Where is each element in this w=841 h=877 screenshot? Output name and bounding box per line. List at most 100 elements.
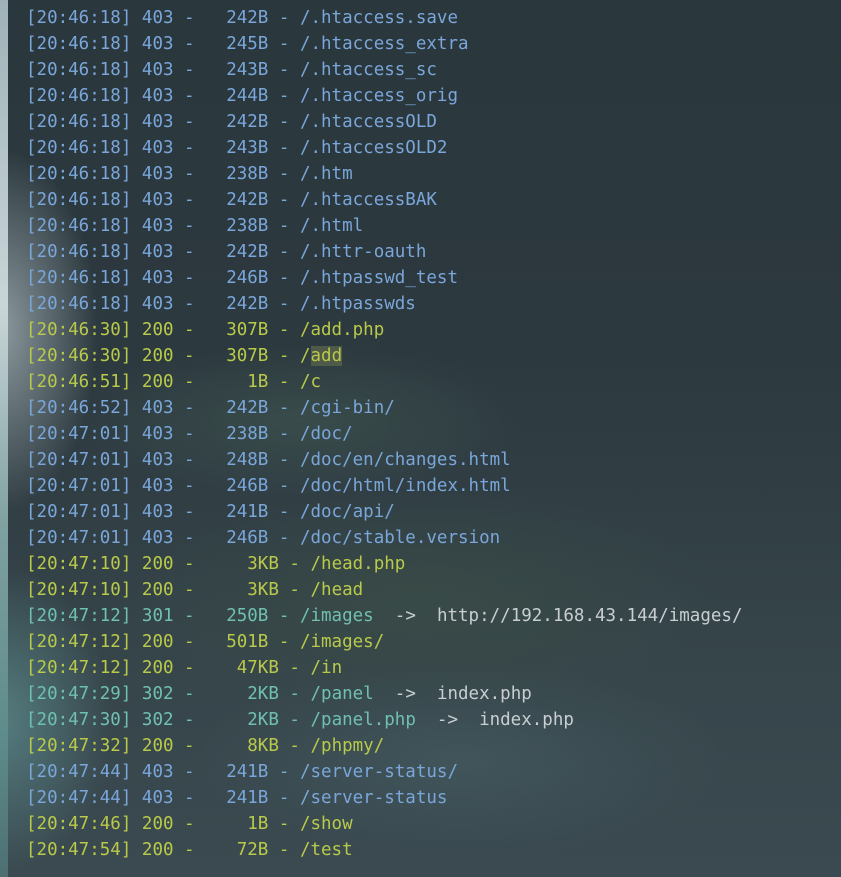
log-timestamp: [20:46:18] <box>26 60 132 80</box>
log-status-code: 403 <box>141 424 174 444</box>
log-line: [20:46:18] 403 - 244B - /.htaccess_orig <box>26 86 458 106</box>
log-path: /doc/en/changes.html <box>299 450 511 470</box>
terminal-output[interactable]: [20:46:18] 403 - 242B - /.htaccess.save[… <box>26 5 841 877</box>
log-line: [20:47:10] 200 - 3KB - /head <box>26 580 364 600</box>
log-size: 2KB <box>205 710 279 730</box>
log-timestamp: [20:46:18] <box>26 34 132 54</box>
log-timestamp: [20:46:30] <box>26 346 132 366</box>
log-timestamp: [20:47:01] <box>26 450 132 470</box>
log-line: [20:47:29] 302 - 2KB - /panel -> index.p… <box>26 684 532 704</box>
log-status-code: 403 <box>141 242 174 262</box>
log-path: /.htaccessOLD2 <box>299 138 448 158</box>
log-timestamp: [20:47:46] <box>26 814 132 834</box>
log-size: 47KB <box>205 658 279 678</box>
log-line: [20:46:52] 403 - 242B - /cgi-bin/ <box>26 398 395 418</box>
log-line: [20:47:10] 200 - 3KB - /head.php <box>26 554 406 574</box>
log-path: /.html <box>299 216 364 236</box>
log-status-code: 200 <box>141 658 174 678</box>
log-path: /server-status <box>299 788 448 808</box>
log-timestamp: [20:47:10] <box>26 554 132 574</box>
log-timestamp: [20:46:18] <box>26 8 132 28</box>
log-line: [20:46:18] 403 - 246B - /.htpasswd_test <box>26 268 458 288</box>
redirect-arrow: -> <box>415 710 480 730</box>
log-timestamp: [20:46:18] <box>26 242 132 262</box>
log-line: [20:46:18] 403 - 242B - /.htaccessOLD <box>26 112 437 132</box>
log-status-code: 200 <box>141 554 174 574</box>
log-size: 1B <box>205 814 269 834</box>
log-path: / <box>299 346 311 366</box>
log-timestamp: [20:47:29] <box>26 684 132 704</box>
log-path: /phpmy/ <box>310 736 385 756</box>
log-timestamp: [20:47:44] <box>26 762 132 782</box>
log-line: [20:47:46] 200 - 1B - /show <box>26 814 353 834</box>
log-size: 250B <box>205 606 269 626</box>
log-status-code: 403 <box>141 762 174 782</box>
log-size: 246B <box>205 476 269 496</box>
log-path: /.httr-oauth <box>299 242 427 262</box>
log-timestamp: [20:46:18] <box>26 138 132 158</box>
log-path: /.htpasswd_test <box>299 268 458 288</box>
log-size: 238B <box>205 216 269 236</box>
log-timestamp: [20:46:18] <box>26 86 132 106</box>
log-status-code: 200 <box>141 372 174 392</box>
log-size: 238B <box>205 424 269 444</box>
log-line: [20:46:18] 403 - 238B - /.htm <box>26 164 353 184</box>
log-line: [20:47:01] 403 - 246B - /doc/html/index.… <box>26 476 511 496</box>
log-path: /doc/stable.version <box>299 528 501 548</box>
log-line: [20:46:18] 403 - 242B - /.httr-oauth <box>26 242 427 262</box>
log-line: [20:47:12] 200 - 501B - /images/ <box>26 632 385 652</box>
log-status-code: 403 <box>141 34 174 54</box>
log-line: [20:46:18] 403 - 242B - /.htpasswds <box>26 294 416 314</box>
log-path: /head.php <box>310 554 406 574</box>
log-status-code: 403 <box>141 86 174 106</box>
log-line: [20:47:44] 403 - 241B - /server-status/ <box>26 762 458 782</box>
log-path: /doc/ <box>299 424 353 444</box>
log-status-code: 302 <box>141 710 174 730</box>
log-timestamp: [20:46:52] <box>26 398 132 418</box>
log-line: [20:47:12] 301 - 250B - /images -> http:… <box>26 606 743 626</box>
log-size: 307B <box>205 346 269 366</box>
log-size: 1B <box>205 372 269 392</box>
log-status-code: 403 <box>141 216 174 236</box>
log-size: 248B <box>205 450 269 470</box>
log-timestamp: [20:47:12] <box>26 632 132 652</box>
log-size: 245B <box>205 34 269 54</box>
redirect-target: index.php <box>479 710 574 730</box>
log-timestamp: [20:47:54] <box>26 840 132 860</box>
log-size: 242B <box>205 242 269 262</box>
log-size: 241B <box>205 762 269 782</box>
log-line: [20:47:32] 200 - 8KB - /phpmy/ <box>26 736 385 756</box>
log-line: [20:47:12] 200 - 47KB - /in <box>26 658 343 678</box>
log-path: /.htaccess_sc <box>299 60 437 80</box>
log-line: [20:47:01] 403 - 248B - /doc/en/changes.… <box>26 450 511 470</box>
log-line: [20:47:54] 200 - 72B - /test <box>26 840 353 860</box>
log-path: /server-status/ <box>299 762 458 782</box>
log-status-code: 403 <box>141 788 174 808</box>
log-status-code: 403 <box>141 502 174 522</box>
log-path: /show <box>299 814 353 834</box>
log-timestamp: [20:46:30] <box>26 320 132 340</box>
log-timestamp: [20:47:30] <box>26 710 132 730</box>
log-path: /head <box>310 580 364 600</box>
log-status-code: 302 <box>141 684 174 704</box>
log-path: /c <box>299 372 322 392</box>
log-path: /.htaccessOLD <box>299 112 437 132</box>
redirect-arrow: -> <box>373 606 437 626</box>
log-timestamp: [20:47:01] <box>26 528 132 548</box>
log-size: 307B <box>205 320 269 340</box>
log-timestamp: [20:46:18] <box>26 112 132 132</box>
log-line: [20:47:44] 403 - 241B - /server-status <box>26 788 448 808</box>
log-size: 8KB <box>205 736 279 756</box>
log-size: 501B <box>205 632 269 652</box>
log-line: [20:46:30] 200 - 307B - /add.php <box>26 320 385 340</box>
log-line: [20:46:18] 403 - 243B - /.htaccess_sc <box>26 60 437 80</box>
log-timestamp: [20:47:10] <box>26 580 132 600</box>
log-status-code: 403 <box>141 60 174 80</box>
log-status-code: 403 <box>141 190 174 210</box>
log-size: 3KB <box>205 554 279 574</box>
log-path: /panel <box>310 684 374 704</box>
redirect-target: http://192.168.43.144/images/ <box>436 606 743 626</box>
log-timestamp: [20:47:12] <box>26 658 132 678</box>
log-status-code: 301 <box>141 606 174 626</box>
window-edge <box>0 0 8 877</box>
